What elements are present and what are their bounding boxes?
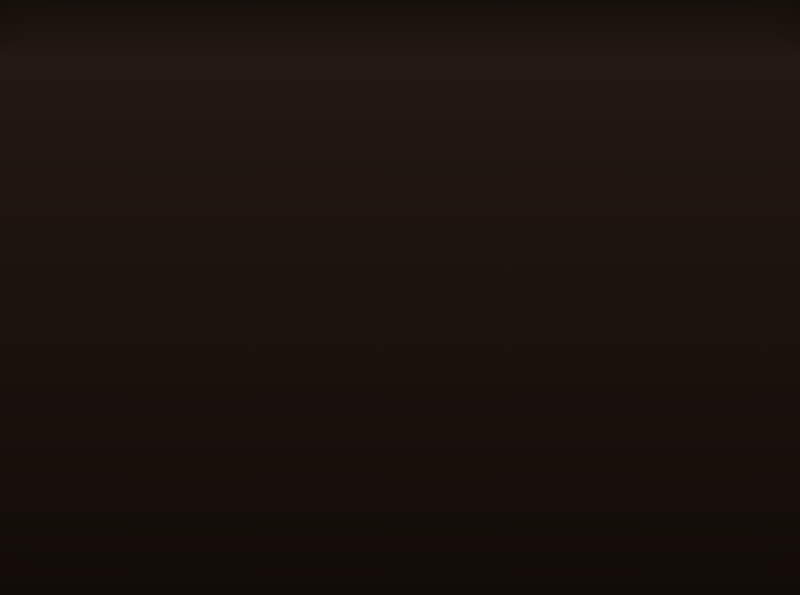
value-bracket-open: [: [340, 405, 350, 423]
option-row[interactable]: AC97 Audio [Auto ]: [71, 311, 555, 334]
bios-screen: CMOS Setup Utility - Copyright (C) 1984-…: [52, 20, 752, 565]
value-bracket-open: [: [340, 198, 350, 216]
option-value[interactable]: [Enabled ]: [340, 357, 432, 380]
option-value[interactable]: [378/IRQ7]: [340, 495, 432, 518]
value-bracket-open: [: [340, 267, 350, 285]
option-value-text[interactable]: Disabled: [349, 267, 423, 285]
option-row[interactable]: Onboard Serial Port 1 [3F8/IRQ4]: [71, 449, 555, 472]
option-label: Onboard SATAII/IDE3: [88, 359, 264, 377]
option-value-text[interactable]: Enabled: [349, 221, 423, 239]
option-value-text[interactable]: Enabled: [349, 359, 423, 377]
option-value-text[interactable]: Disabled: [349, 290, 423, 308]
value-bracket-close: ]: [423, 359, 433, 377]
value-bracket-close: ]: [423, 221, 433, 239]
option-value[interactable]: [Auto ]: [340, 334, 460, 357]
option-label: Onboard SATAII/IDE3 Mode: [88, 382, 310, 400]
value-bracket-close: ]: [386, 382, 396, 400]
option-value[interactable]: [Auto ]: [340, 311, 460, 334]
option-value[interactable]: [Enabled ]: [340, 426, 432, 449]
value-bracket-close: ]: [450, 336, 461, 354]
option-row[interactable]: Serial-ATAII 1 [Enabled ]: [71, 196, 555, 219]
option-value[interactable]: [Enabled ]: [340, 472, 432, 495]
option-label: USB Keyboard Support: [88, 267, 273, 285]
option-label: USB Mouse Support: [88, 290, 245, 308]
value-bracket-close: ]: [432, 244, 442, 262]
value-bracket-close: ]: [450, 313, 461, 331]
option-row[interactable]: On-Chip USB [V1.1+V2.0]: [71, 242, 555, 265]
value-bracket-open: [: [340, 428, 350, 446]
option-value-text[interactable]: Enabled: [349, 474, 423, 492]
value-bracket-open: [: [340, 244, 350, 262]
value-bracket-open: [: [340, 382, 350, 400]
title-line-2: Integrated Peripherals: [288, 132, 516, 151]
value-bracket-open: [: [340, 290, 350, 308]
value-bracket-close: ]: [423, 405, 433, 423]
option-row[interactable]: Onboard LAN Function [Enabled ]: [71, 426, 555, 449]
scrollbar-hatch[interactable]: [538, 451, 551, 487]
footer-line-1: ↑↓→←:Move Enter:Select +/-/PU/PD:Value F…: [52, 564, 752, 565]
crt-photo: CMOS Setup Utility - Copyright (C) 1984-…: [0, 0, 800, 595]
option-value-text[interactable]: Auto: [349, 336, 451, 354]
option-value-text[interactable]: Enabled: [349, 428, 423, 446]
option-value-text[interactable]: Auto: [349, 313, 451, 331]
value-bracket-close: ]: [423, 290, 433, 308]
value-bracket-open: [: [340, 336, 350, 354]
option-label: Serial-ATAII 2: [88, 221, 218, 239]
option-label: AC97 Audio: [88, 313, 181, 331]
value-bracket-open: [: [340, 474, 350, 492]
value-bracket-close: ]: [423, 428, 433, 446]
value-bracket-open: [: [340, 359, 350, 377]
option-row[interactable]: Serial-ATAII 2 [Enabled ]: [71, 219, 555, 242]
option-label: Onboard LAN Function: [88, 428, 273, 446]
footer-keyhelp: ↑↓→←:Move Enter:Select +/-/PU/PD:Value F…: [52, 520, 752, 565]
option-label: G-Keyless Port: [88, 474, 218, 492]
option-row[interactable]: G-Keyless Port [Enabled ]: [71, 472, 555, 495]
value-bracket-close: ]: [423, 497, 433, 515]
option-row[interactable]: Onboard Parallel Port [378/IRQ7]: [71, 495, 555, 518]
option-value[interactable]: [Enabled ]: [340, 219, 432, 242]
option-row[interactable]: USB Keyboard Support [Disabled]: [71, 265, 555, 288]
value-bracket-close: ]: [423, 474, 433, 492]
option-label: On-Chip USB: [88, 244, 190, 262]
value-bracket-open: [: [340, 497, 350, 515]
title-line-1: CMOS Setup Utility - Copyright (C) 1984-…: [97, 69, 707, 88]
value-bracket-close: ]: [423, 451, 433, 469]
option-value-text[interactable]: V1.1+V2.0: [349, 244, 432, 262]
option-row[interactable]: Onboard SATAII/IDE3 [Enabled ]: [71, 357, 555, 380]
option-value-text[interactable]: Enabled: [349, 405, 423, 423]
option-row[interactable]: Onboard 1394b Function [Enabled ]: [71, 403, 555, 426]
option-label: Serial-ATAII 1: [88, 198, 218, 216]
value-bracket-open: [: [340, 313, 350, 331]
option-value[interactable]: [Disabled]: [340, 265, 432, 288]
option-row[interactable]: Onboard SATAII/IDE3 Mode [BASE]: [71, 380, 555, 403]
scroll-down-arrow-icon[interactable]: ▼: [537, 496, 552, 510]
value-bracket-open: [: [340, 451, 350, 469]
title-block: CMOS Setup Utility - Copyright (C) 1984-…: [52, 26, 752, 194]
option-label: Onboard LAN2 Function: [88, 336, 282, 354]
option-value-text[interactable]: Enabled: [349, 198, 423, 216]
option-label: Onboard 1394b Function: [88, 405, 292, 423]
option-value-text[interactable]: 3F8/IRQ4: [349, 451, 423, 469]
value-bracket-open: [: [340, 221, 350, 239]
option-label: Onboard Parallel Port: [88, 497, 282, 515]
option-value-text[interactable]: 378/IRQ7: [349, 497, 423, 515]
option-value[interactable]: [Disabled]: [340, 288, 432, 311]
option-value[interactable]: [Enabled ]: [340, 196, 432, 219]
value-bracket-close: ]: [423, 198, 433, 216]
option-label: Onboard Serial Port 1: [88, 451, 282, 469]
value-bracket-close: ]: [423, 267, 433, 285]
option-row[interactable]: Onboard LAN2 Function [Auto ]: [71, 334, 555, 357]
option-value[interactable]: [BASE]: [340, 380, 395, 403]
option-value-text[interactable]: BASE: [349, 382, 386, 400]
option-value[interactable]: [Enabled ]: [340, 403, 432, 426]
option-value[interactable]: [V1.1+V2.0]: [340, 242, 442, 265]
option-value[interactable]: [3F8/IRQ4]: [340, 449, 432, 472]
option-row[interactable]: USB Mouse Support [Disabled]: [71, 288, 555, 311]
